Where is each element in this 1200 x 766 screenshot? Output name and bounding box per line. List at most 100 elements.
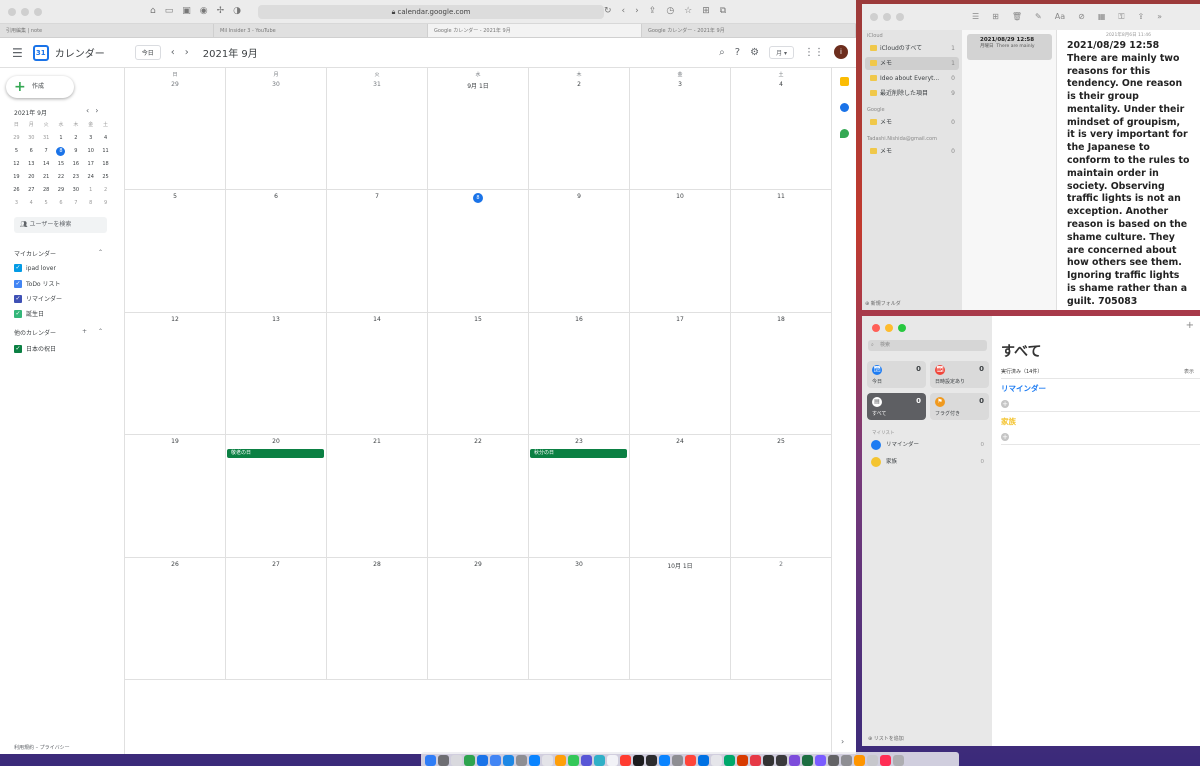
- terms-privacy-link[interactable]: 利用規約 – プライバシー: [14, 744, 70, 751]
- mini-calendar-day[interactable]: 2: [68, 135, 83, 142]
- checklist-icon[interactable]: ⊘: [1078, 12, 1085, 22]
- day-number[interactable]: 29: [428, 561, 528, 568]
- dock-app-icon[interactable]: [763, 754, 774, 766]
- day-cell[interactable]: 13: [226, 312, 327, 436]
- dock-app-icon[interactable]: [503, 754, 514, 766]
- more-icon[interactable]: »: [1157, 12, 1162, 22]
- day-number[interactable]: 23: [529, 438, 629, 445]
- mini-calendar-day[interactable]: 29: [54, 187, 69, 194]
- my-calendars-header[interactable]: マイカレンダー ⌃: [14, 249, 103, 258]
- day-number[interactable]: 7: [327, 193, 427, 200]
- day-number[interactable]: 10月 1日: [630, 561, 730, 570]
- day-number[interactable]: 24: [630, 438, 730, 445]
- mini-calendar-day[interactable]: 17: [83, 161, 98, 168]
- maps-icon[interactable]: [840, 129, 849, 138]
- note-card[interactable]: 2021/08/29 12:58 月曜日 There are mainly: [967, 34, 1052, 60]
- mini-calendar-day[interactable]: 19: [9, 174, 24, 181]
- dock-app-icon[interactable]: [477, 754, 488, 766]
- dock-app-icon[interactable]: [880, 754, 891, 766]
- back-icon[interactable]: ‹: [622, 6, 626, 16]
- day-cell[interactable]: 10月 1日: [630, 557, 731, 680]
- day-cell[interactable]: 22: [428, 435, 529, 558]
- dock-app-icon[interactable]: [802, 754, 813, 766]
- day-cell[interactable]: 10: [630, 190, 731, 313]
- note-folder[interactable]: Ideo about Everyt... 0: [865, 72, 959, 85]
- mini-calendar-day[interactable]: 28: [39, 187, 54, 194]
- other-calendars-header[interactable]: 他のカレンダー + ⌃: [14, 328, 103, 337]
- day-number[interactable]: 12: [125, 316, 225, 323]
- day-cell[interactable]: 金3: [630, 68, 731, 191]
- show-completed-button[interactable]: 表示: [1184, 368, 1194, 375]
- day-number[interactable]: 2: [731, 561, 831, 568]
- mini-calendar-day[interactable]: 7: [39, 148, 54, 155]
- gallery-view-icon[interactable]: ⊞: [992, 12, 999, 22]
- day-number[interactable]: 27: [226, 561, 326, 568]
- forward-icon[interactable]: ›: [635, 6, 639, 16]
- day-number[interactable]: 15: [428, 316, 528, 323]
- mini-calendar-day[interactable]: 4: [98, 135, 113, 142]
- menu-icon[interactable]: ☰: [12, 46, 23, 60]
- day-cell[interactable]: 18: [731, 312, 832, 436]
- theme-icon[interactable]: ◑: [233, 6, 241, 16]
- minimize-button[interactable]: [885, 324, 893, 332]
- day-number[interactable]: 29: [125, 81, 225, 88]
- dock-app-icon[interactable]: [438, 754, 449, 766]
- dock-app-icon[interactable]: [698, 754, 709, 766]
- add-calendar-icon[interactable]: +: [82, 328, 87, 335]
- table-icon[interactable]: ▦: [1098, 12, 1106, 22]
- day-number[interactable]: 6: [226, 193, 326, 200]
- dock-app-icon[interactable]: [490, 754, 501, 766]
- day-number[interactable]: 13: [226, 316, 326, 323]
- share-icon[interactable]: ⇪: [1137, 12, 1144, 22]
- mini-calendar-day[interactable]: 1: [83, 187, 98, 194]
- chevron-up-icon[interactable]: ⌃: [98, 328, 103, 335]
- day-cell[interactable]: 17: [630, 312, 731, 436]
- search-icon[interactable]: ⌕: [719, 47, 725, 58]
- dock-app-icon[interactable]: [841, 754, 852, 766]
- note-folder[interactable]: メモ 0: [865, 145, 959, 158]
- holiday-event[interactable]: 秋分の日: [530, 449, 627, 459]
- day-number[interactable]: 14: [327, 316, 427, 323]
- day-cell[interactable]: 5: [125, 190, 226, 313]
- day-cell[interactable]: 日 29: [125, 68, 226, 191]
- day-number[interactable]: 20: [226, 438, 326, 445]
- checkbox-icon[interactable]: ✓: [14, 294, 22, 303]
- mini-calendar-day[interactable]: 30: [24, 135, 39, 142]
- compose-icon[interactable]: ✎: [1035, 12, 1042, 22]
- mini-calendar-day[interactable]: 3: [83, 135, 98, 142]
- mini-calendar-day[interactable]: 12: [9, 161, 24, 168]
- dock-app-icon[interactable]: [516, 754, 527, 766]
- calendar-list-item[interactable]: ✓ ipad lover: [14, 264, 56, 272]
- mini-calendar-day[interactable]: 13: [24, 161, 39, 168]
- view-selector[interactable]: 月 ▾: [769, 45, 794, 59]
- day-cell[interactable]: 25: [731, 435, 832, 558]
- dock-app-icon[interactable]: [711, 754, 722, 766]
- bookmark-icon[interactable]: ☆: [684, 6, 692, 16]
- day-number[interactable]: 18: [731, 316, 831, 323]
- mini-calendar-day[interactable]: 15: [54, 161, 69, 168]
- tab-google-calendar-2[interactable]: Google カレンダー - 2021年 9月: [642, 24, 856, 37]
- dock-app-icon[interactable]: [737, 754, 748, 766]
- next-month-icon[interactable]: ›: [185, 47, 189, 58]
- apps-grid-icon[interactable]: ⋮⋮: [804, 47, 824, 58]
- address-bar[interactable]: 🔒︎ calendar.google.com: [258, 5, 604, 19]
- day-cell[interactable]: 19: [125, 435, 226, 558]
- minimize-button[interactable]: [883, 13, 891, 21]
- minimize-button[interactable]: [21, 7, 29, 16]
- mini-calendar-day[interactable]: 5: [9, 148, 24, 155]
- mini-calendar-day[interactable]: 2: [98, 187, 113, 194]
- keep-icon[interactable]: [840, 77, 849, 86]
- day-number[interactable]: 21: [327, 438, 427, 445]
- day-cell[interactable]: 29: [428, 557, 529, 680]
- day-cell[interactable]: 12: [125, 312, 226, 436]
- holiday-event[interactable]: 敬老の日: [227, 449, 324, 459]
- user-search-input[interactable]: 👥︎ ユーザーを検索: [14, 217, 107, 233]
- mini-calendar-day[interactable]: 11: [98, 148, 113, 155]
- prev-month-icon[interactable]: ‹: [171, 47, 175, 58]
- day-number[interactable]: 26: [125, 561, 225, 568]
- day-cell[interactable]: 水 9月 1日: [428, 68, 529, 191]
- mini-calendar-day[interactable]: 14: [39, 161, 54, 168]
- mini-calendar-day[interactable]: 20: [24, 174, 39, 181]
- calendar-list-item[interactable]: ✓ 日本の祝日: [14, 344, 56, 353]
- calendar-list-item[interactable]: ✓ 誕生日: [14, 309, 44, 318]
